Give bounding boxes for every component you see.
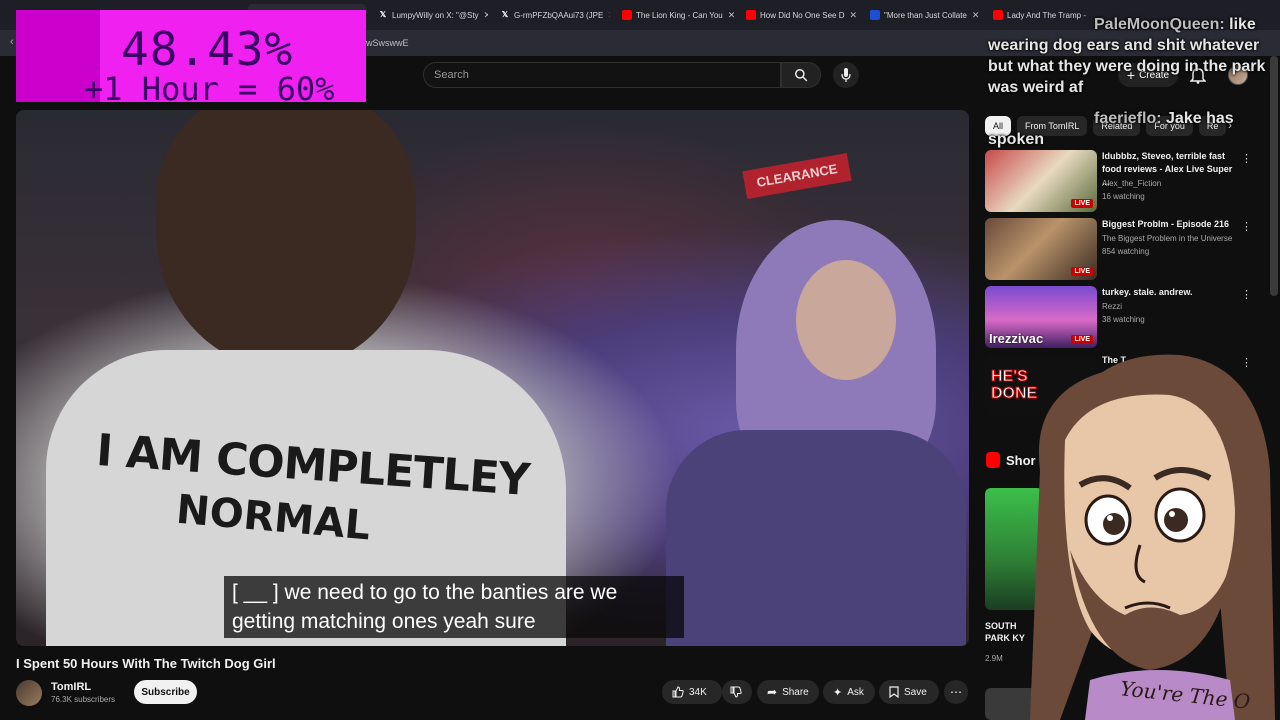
cartoon-avatar bbox=[1030, 354, 1275, 720]
live-badge: LIVE bbox=[1071, 199, 1093, 208]
close-tab-icon[interactable]: ✕ bbox=[728, 10, 734, 21]
page-scrollbar[interactable] bbox=[1270, 56, 1278, 296]
tab-title: The Lion King - Can You bbox=[636, 10, 723, 20]
chat-username: faerieflo: bbox=[1094, 110, 1162, 127]
search-icon bbox=[795, 69, 808, 82]
close-tab-icon[interactable]: ✕ bbox=[484, 10, 488, 21]
caption-line: [ __ ] we need to go to the banties are … bbox=[232, 581, 618, 604]
channel-avatar[interactable] bbox=[16, 680, 42, 706]
youtube-icon bbox=[746, 10, 756, 20]
recommendation-meta: 38 watching bbox=[1102, 315, 1145, 324]
browser-tab[interactable]: The Lion King - Can You ✕ bbox=[622, 4, 734, 26]
tab-title: "More than Just Collate bbox=[884, 10, 967, 20]
recommendation-channel: Rezzi bbox=[1102, 302, 1123, 311]
more-vertical-icon[interactable]: ⋮ bbox=[1241, 288, 1252, 301]
video-caption: [ __ ] we need to go to the banties are … bbox=[224, 576, 684, 638]
video-title: I Spent 50 Hours With The Twitch Dog Gir… bbox=[16, 656, 276, 671]
recommendation-title[interactable]: turkey. stale. andrew. bbox=[1102, 286, 1242, 299]
tab-title: How Did No One See D bbox=[760, 10, 845, 20]
chat-username: PaleMoonQueen: bbox=[1094, 16, 1225, 33]
thumbnail-text: Irezzivac bbox=[989, 331, 1044, 346]
youtube-icon bbox=[622, 10, 632, 20]
percent-value: 48.43% bbox=[121, 22, 294, 76]
x-logo-icon: 𝕏 bbox=[379, 10, 387, 19]
voice-search-button[interactable] bbox=[833, 62, 859, 88]
recommendation-title[interactable]: Biggest Problm - Episode 216 bbox=[1102, 218, 1242, 231]
video-player[interactable]: I AM COMPLETLEY NORMAL CLEARANCE [ __ ] … bbox=[16, 110, 969, 646]
dislike-button[interactable] bbox=[722, 680, 752, 704]
bookmark-icon bbox=[889, 686, 899, 698]
video-thumbnail[interactable]: Irezzivac LIVE bbox=[985, 286, 1097, 348]
more-actions-button[interactable]: ⋯ bbox=[944, 680, 968, 704]
video-person-face bbox=[796, 260, 896, 380]
video-person-head bbox=[156, 110, 416, 370]
recommendation-item[interactable]: LIVE Biggest Problm - Episode 216 The Bi… bbox=[985, 218, 1265, 280]
search-button[interactable] bbox=[781, 62, 821, 88]
recommendation-meta: 16 watching bbox=[1102, 192, 1145, 201]
browser-tab[interactable]: "More than Just Collate ✕ bbox=[870, 4, 982, 26]
tab-title: G-rmPFZbQAAui73 (JPE bbox=[514, 10, 604, 20]
screen: { "browser": { "tabs": [ {"title": "Lump… bbox=[0, 0, 1280, 720]
browser-tab[interactable]: 𝕏 G-rmPFZbQAAui73 (JPE ✕ bbox=[500, 4, 610, 26]
more-horizontal-icon: ⋯ bbox=[950, 685, 962, 699]
save-label: Save bbox=[904, 686, 927, 698]
video-person-top bbox=[666, 430, 966, 646]
stream-percent-overlay: 48.43% +1 Hour = 60% bbox=[16, 10, 366, 108]
microphone-icon bbox=[841, 68, 851, 82]
recommendation-item[interactable]: Irezzivac LIVE turkey. stale. andrew. Re… bbox=[985, 286, 1265, 348]
subscribe-button[interactable]: Subscribe bbox=[134, 680, 197, 704]
like-button[interactable]: 34K bbox=[662, 680, 722, 704]
share-label: Share bbox=[782, 686, 809, 698]
recommendation-item[interactable]: LIVE Idubbbz, Steveo, terrible fast food… bbox=[985, 150, 1265, 212]
browser-tab[interactable]: How Did No One See D ✕ bbox=[746, 4, 858, 26]
more-vertical-icon[interactable]: ⋮ bbox=[1241, 152, 1252, 165]
like-count: 34K bbox=[689, 686, 707, 698]
live-badge: LIVE bbox=[1071, 335, 1093, 344]
thumbs-up-icon bbox=[672, 686, 684, 698]
short-caption[interactable]: SOUTH PARK KY bbox=[985, 620, 1035, 644]
hour-bonus-text: +1 Hour = 60% bbox=[84, 70, 335, 108]
chat-message: PaleMoonQueen: like wearing dog ears and… bbox=[988, 14, 1268, 98]
thumbs-down-icon bbox=[730, 686, 742, 698]
live-badge: LIVE bbox=[1071, 267, 1093, 276]
close-tab-icon[interactable]: ✕ bbox=[972, 10, 980, 21]
shorts-logo-icon bbox=[986, 452, 1000, 468]
share-button[interactable]: ➦ Share bbox=[757, 680, 819, 704]
shield-icon bbox=[870, 10, 880, 20]
save-button[interactable]: Save bbox=[879, 680, 939, 704]
chat-message: faerieflo: Jake has spoken bbox=[988, 108, 1268, 150]
share-icon: ➦ bbox=[767, 685, 778, 699]
channel-name[interactable]: TomIRL bbox=[51, 681, 91, 693]
address-text: wSwswwE bbox=[366, 38, 409, 48]
browser-tab[interactable]: 𝕏 LumpyWilly on X: "@Sty ✕ bbox=[378, 4, 488, 26]
recommendation-meta: 854 watching bbox=[1102, 247, 1150, 256]
recommendation-channel: The Biggest Problem in the Universe bbox=[1102, 234, 1233, 243]
ask-label: Ask bbox=[847, 686, 864, 698]
short-views: 2.9M bbox=[985, 654, 1003, 663]
close-tab-icon[interactable]: ✕ bbox=[849, 10, 857, 21]
tab-title: LumpyWilly on X: "@Sty bbox=[392, 10, 479, 20]
back-arrow-icon[interactable]: ‹ bbox=[10, 36, 14, 48]
video-thumbnail[interactable]: LIVE bbox=[985, 150, 1097, 212]
caption-line: getting matching ones yeah sure bbox=[232, 610, 536, 633]
shorts-header: Shor bbox=[986, 452, 1036, 468]
ask-button[interactable]: ✦ Ask bbox=[823, 680, 875, 704]
recommendation-channel: Alex_the_Fiction bbox=[1102, 179, 1162, 188]
x-logo-icon: 𝕏 bbox=[501, 10, 509, 19]
close-tab-icon[interactable]: ✕ bbox=[608, 10, 610, 21]
more-vertical-icon[interactable]: ⋮ bbox=[1241, 220, 1252, 233]
search-input[interactable]: Search bbox=[423, 62, 781, 88]
sparkle-icon: ✦ bbox=[833, 686, 843, 699]
subscriber-count: 76.3K subscribers bbox=[51, 695, 116, 704]
store-sign: CLEARANCE bbox=[742, 153, 852, 199]
video-thumbnail[interactable]: LIVE bbox=[985, 218, 1097, 280]
